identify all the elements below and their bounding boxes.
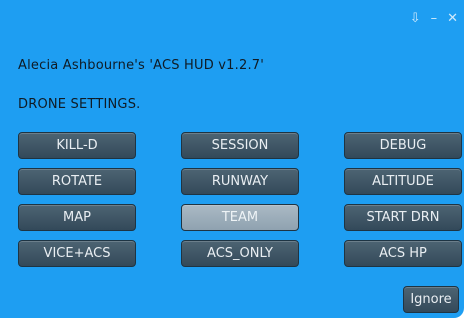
minimize-icon[interactable]: – [431, 12, 438, 25]
ignore-button[interactable]: Ignore [403, 286, 459, 313]
session-button[interactable]: SESSION [181, 132, 299, 159]
debug-button[interactable]: DEBUG [344, 132, 462, 159]
window-controls: ⇩ – ✕ [410, 12, 458, 25]
runway-button[interactable]: RUNWAY [181, 168, 299, 195]
dialog-owner-text: Alecia Ashbourne's 'ACS HUD v1.2.7' [18, 58, 265, 73]
dialog-heading: DRONE SETTINGS. [18, 97, 141, 112]
altitude-button[interactable]: ALTITUDE [344, 168, 462, 195]
team-button[interactable]: TEAM [181, 204, 299, 231]
pin-icon[interactable]: ⇩ [410, 12, 421, 25]
map-button[interactable]: MAP [18, 204, 136, 231]
vice-acs-button[interactable]: VICE+ACS [18, 240, 136, 267]
script-dialog: ⇩ – ✕ Alecia Ashbourne's 'ACS HUD v1.2.7… [0, 0, 464, 318]
rotate-button[interactable]: ROTATE [18, 168, 136, 195]
acs-hp-button[interactable]: ACS HP [344, 240, 462, 267]
acs-only-button[interactable]: ACS_ONLY [181, 240, 299, 267]
start-drn-button[interactable]: START DRN [344, 204, 462, 231]
kill-d-button[interactable]: KILL-D [18, 132, 136, 159]
close-icon[interactable]: ✕ [447, 12, 458, 25]
